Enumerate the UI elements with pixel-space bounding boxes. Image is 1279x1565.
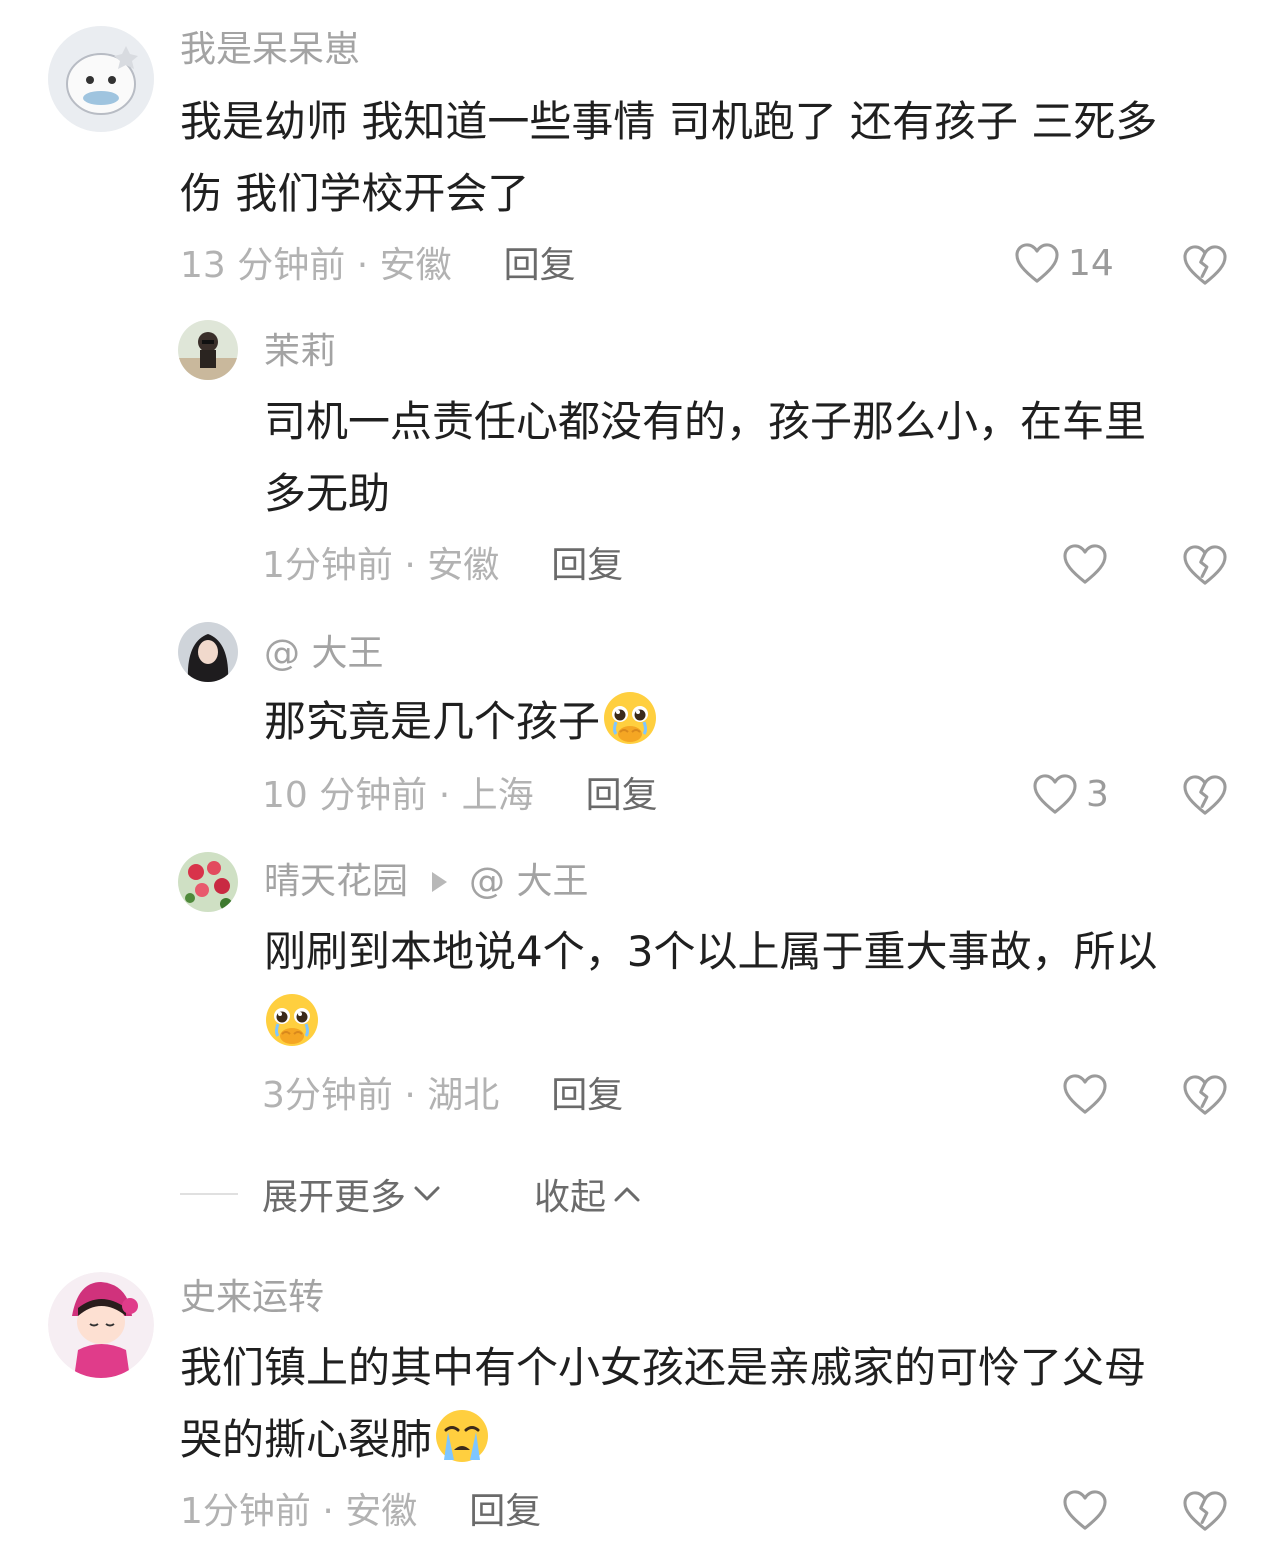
collapse-button[interactable]: 收起 — [534, 1168, 642, 1220]
reply-button[interactable]: 回复 — [551, 1078, 623, 1114]
heart-icon — [1062, 1073, 1108, 1115]
broken-heart-icon[interactable] — [1182, 544, 1228, 586]
comment-text-line: 我是幼师 我知道一些事情 司机跑了 还有孩子 三死多 — [180, 97, 1158, 146]
comment-username[interactable]: 茉莉 — [264, 334, 336, 370]
comment-meta: 3分钟前 · 湖北 回复 — [262, 1078, 623, 1114]
chevron-up-icon — [614, 1187, 640, 1202]
comment-text: 我是幼师 我知道一些事情 司机跑了 还有孩子 三死多 伤 我们学校开会了 — [180, 86, 1157, 230]
like-button[interactable]: 14 — [1014, 242, 1114, 284]
collapse-label: 收起 — [534, 1177, 607, 1218]
pleading-face-emoji — [602, 690, 658, 746]
comment-text-line: 刚刷到本地说4个，3个以上属于重大事故，所以 — [264, 927, 1158, 976]
comment-text-line: 司机一点责任心都没有的，孩子那么小，在车里 — [264, 397, 1147, 446]
cartoon-cat-avatar[interactable] — [48, 26, 154, 132]
like-button[interactable] — [1062, 1489, 1108, 1531]
reply-button[interactable]: 回复 — [551, 548, 623, 584]
reply-arrow-icon — [432, 872, 448, 892]
comment-meta: 10 分钟前 · 上海 回复 — [262, 778, 658, 814]
comment-meta: 13 分钟前 · 安徽 回复 — [180, 248, 576, 284]
comment-time-location: 3分钟前 · 湖北 — [262, 1075, 500, 1116]
chevron-down-icon — [414, 1186, 440, 1201]
comment-text-line: 伤 我们学校开会了 — [180, 169, 530, 218]
comment-meta: 1分钟前 · 安徽 回复 — [180, 1494, 541, 1530]
broken-heart-icon[interactable] — [1182, 774, 1228, 816]
reply-to-name[interactable]: @ 大王 — [469, 864, 588, 900]
girl-photo-avatar[interactable] — [178, 622, 238, 682]
comment-meta: 1分钟前 · 安徽 回复 — [262, 548, 623, 584]
pleading-face-emoji — [264, 992, 320, 1048]
comment-time-location: 13 分钟前 · 安徽 — [180, 245, 452, 286]
expand-more-label: 展开更多 — [262, 1177, 407, 1218]
divider — [180, 1193, 238, 1195]
loudly-crying-emoji — [434, 1408, 490, 1464]
thread-controls: 展开更多 收起 — [180, 1168, 642, 1220]
like-button[interactable]: 3 — [1032, 773, 1109, 815]
comment-username[interactable]: 晴天花园 @ 大王 — [264, 864, 588, 900]
comment-text-line: 那究竟是几个孩子 — [264, 697, 601, 746]
reply-button[interactable]: 回复 — [469, 1494, 541, 1530]
comment-time-location: 1分钟前 · 安徽 — [180, 1491, 418, 1532]
broken-heart-icon[interactable] — [1182, 1490, 1228, 1532]
expand-more-button[interactable]: 展开更多 — [262, 1168, 442, 1220]
like-count: 14 — [1068, 242, 1114, 284]
like-count: 3 — [1086, 773, 1109, 815]
heart-icon — [1062, 1489, 1108, 1531]
comment-username[interactable]: @ 大王 — [264, 636, 383, 672]
comment-username[interactable]: 史来运转 — [180, 1280, 324, 1316]
cartoon-girl-avatar[interactable] — [48, 1272, 154, 1378]
person-photo-avatar[interactable] — [178, 320, 238, 380]
like-button[interactable] — [1062, 1073, 1108, 1115]
comment-text-line: 我们镇上的其中有个小女孩还是亲戚家的可怜了父母 — [180, 1343, 1147, 1392]
comment-time-location: 1分钟前 · 安徽 — [262, 545, 500, 586]
broken-heart-icon[interactable] — [1182, 1074, 1228, 1116]
commenter-name[interactable]: 晴天花园 — [264, 864, 408, 900]
heart-icon — [1062, 543, 1108, 585]
comment-text-line: 哭的撕心裂肺 — [180, 1415, 433, 1464]
flowers-photo-avatar[interactable] — [178, 852, 238, 912]
comment-text: 司机一点责任心都没有的，孩子那么小，在车里 多无助 — [264, 386, 1146, 530]
comment-text-line: 多无助 — [264, 469, 391, 518]
comment-username[interactable]: 我是呆呆崽 — [180, 32, 360, 68]
broken-heart-icon[interactable] — [1182, 244, 1228, 286]
comment-time-location: 10 分钟前 · 上海 — [262, 775, 534, 816]
reply-button[interactable]: 回复 — [504, 248, 576, 284]
reply-button[interactable]: 回复 — [586, 778, 658, 814]
heart-icon — [1032, 773, 1078, 815]
comment-text: 那究竟是几个孩子 — [264, 686, 658, 758]
comment-text: 刚刷到本地说4个，3个以上属于重大事故，所以 — [264, 916, 1157, 1060]
comment-text: 我们镇上的其中有个小女孩还是亲戚家的可怜了父母 哭的撕心裂肺 — [180, 1332, 1146, 1476]
heart-icon — [1014, 242, 1060, 284]
like-button[interactable] — [1062, 543, 1108, 585]
